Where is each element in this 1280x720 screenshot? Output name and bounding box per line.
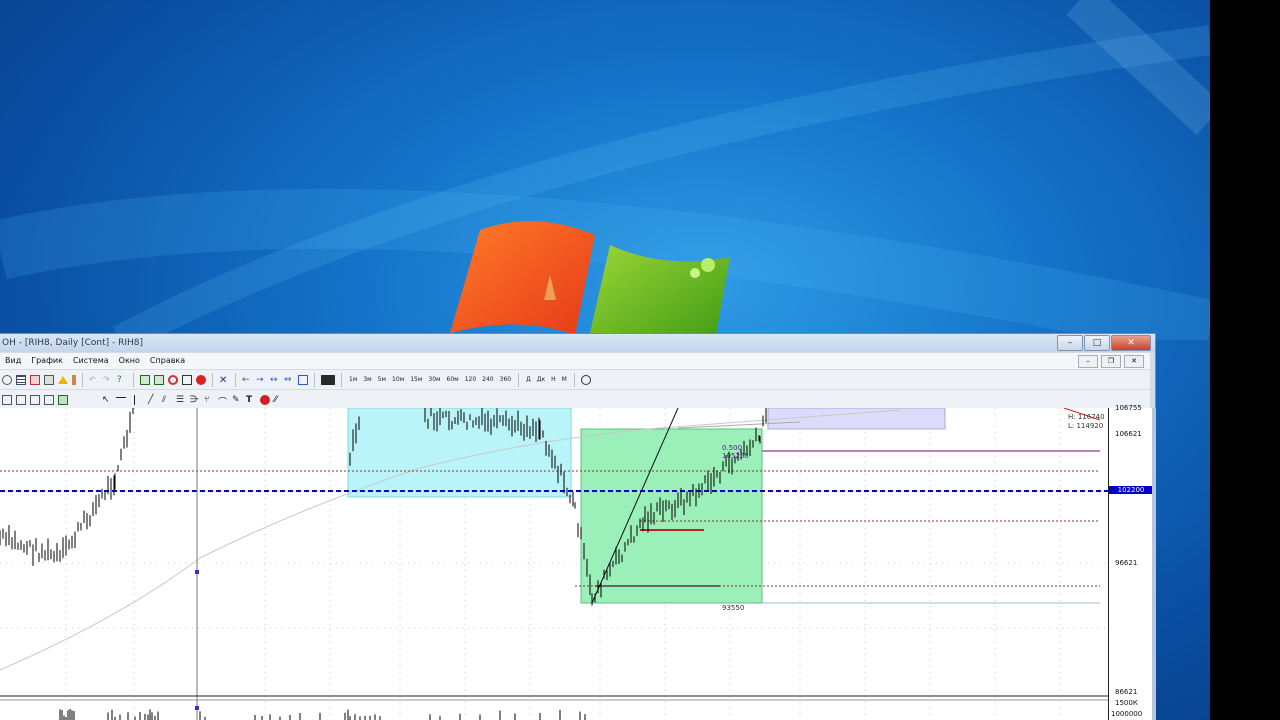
alert-icon[interactable] <box>58 375 68 384</box>
list-icon[interactable] <box>16 374 26 385</box>
marker-icon[interactable] <box>72 374 76 385</box>
hl-low: L: 114920 <box>1068 422 1104 430</box>
trend-line-icon[interactable]: ╱ <box>148 395 158 405</box>
menu-bar: Вид График Система Окно Справка – ❐ ✕ <box>0 353 1150 370</box>
cursor-handle-bottom[interactable] <box>195 706 199 710</box>
timeframe-5m[interactable]: 5м <box>378 376 386 383</box>
chart-type-icon[interactable] <box>2 394 12 405</box>
delete-icon[interactable]: ✕ <box>219 375 229 386</box>
candles-icon[interactable] <box>321 374 335 385</box>
timeframe-240[interactable]: 240 <box>482 376 493 383</box>
window-minimize-button[interactable]: – <box>1057 335 1083 351</box>
volume-bars <box>59 709 586 720</box>
stop-icon[interactable] <box>196 374 206 385</box>
text-tool-icon[interactable]: T <box>246 395 256 405</box>
volume-label-1500k: 1500К <box>1115 699 1138 707</box>
cursor-handle[interactable] <box>195 570 199 574</box>
main-toolbar: ↶ ↷ ? ✕ ← → ↔ ⇔ 1м 3м 5м 10м 15м 30м 60м… <box>0 370 1150 390</box>
arrow-right-icon[interactable]: → <box>256 375 266 385</box>
mdi-close-button[interactable]: ✕ <box>1124 355 1144 368</box>
period-month[interactable]: М <box>562 376 567 383</box>
cyan-zone[interactable] <box>347 408 572 498</box>
menu-system[interactable]: Система <box>68 353 114 369</box>
fibo-levels-icon[interactable]: ☰ <box>176 395 186 405</box>
price-chart[interactable]: 0.500 105268 93550 H: 116740 L: 114920 <box>0 408 1108 720</box>
screen-edge-black-bar <box>1210 0 1280 720</box>
mdi-restore-button[interactable]: ❐ <box>1101 355 1121 368</box>
window-close-button[interactable]: ✕ <box>1111 335 1151 351</box>
channel-icon[interactable]: ⫽ <box>162 395 172 405</box>
cursor-icon[interactable]: ↖ <box>102 395 112 405</box>
drawing-toolbar: ↖ ╱ ⫽ ☰ ⋺ ⑂ ⌒ ✎ T ⁄⁄ <box>0 390 1150 410</box>
lavender-zone[interactable] <box>767 408 946 430</box>
timeframe-360[interactable]: 360 <box>500 376 511 383</box>
volume-label-1000000: 1000000 <box>1111 710 1143 718</box>
chart-scrollbar[interactable] <box>1152 408 1156 720</box>
price-label-86621: 86621 <box>1115 688 1138 696</box>
menu-window[interactable]: Окно <box>114 353 145 369</box>
low-label: 93550 <box>722 604 745 612</box>
indicator-icon[interactable] <box>58 394 68 405</box>
fibo-fan-icon[interactable]: ⋺ <box>190 395 200 405</box>
bar-chart-icon[interactable] <box>16 394 26 405</box>
area-chart-icon[interactable] <box>44 394 54 405</box>
pitchfork-icon[interactable]: ⑂ <box>204 395 214 405</box>
chart-canvas[interactable] <box>0 408 1108 720</box>
settings-icon[interactable] <box>2 374 12 385</box>
redo-icon[interactable]: ↷ <box>103 375 113 385</box>
horizontal-line-icon[interactable] <box>116 397 126 407</box>
windows-logo-icon <box>450 221 730 343</box>
menu-chart[interactable]: График <box>26 353 68 369</box>
print-icon[interactable] <box>44 374 54 385</box>
scale-icon[interactable] <box>298 374 308 385</box>
price-label-96621: 96621 <box>1115 559 1138 567</box>
menu-view[interactable]: Вид <box>0 353 26 369</box>
undo-icon[interactable]: ↶ <box>89 375 99 385</box>
fib-value: 105268 <box>722 452 749 460</box>
timeframe-30m[interactable]: 30м <box>428 376 440 383</box>
zoom-out-icon[interactable] <box>154 374 164 385</box>
arrow-left-icon[interactable]: ← <box>242 375 252 385</box>
period-day-cont[interactable]: Дк <box>537 376 545 383</box>
mdi-minimize-button[interactable]: – <box>1078 355 1098 368</box>
shapes-icon[interactable] <box>260 394 270 405</box>
period-week[interactable]: Н <box>551 376 556 383</box>
window-title: ОН - [RIH8, Daily [Cont] - RIH8] <box>2 338 144 348</box>
line-chart-icon[interactable] <box>30 394 40 405</box>
crop-icon[interactable] <box>182 374 192 385</box>
hl-high: H: 116740 <box>1068 413 1105 421</box>
timeframe-3m[interactable]: 3м <box>363 376 371 383</box>
refresh-icon[interactable] <box>168 374 178 385</box>
shrink-icon[interactable]: ⇔ <box>284 375 294 385</box>
timeframe-10m[interactable]: 10м <box>392 376 404 383</box>
window-titlebar[interactable]: ОН - [RIH8, Daily [Cont] - RIH8] – □ ✕ <box>0 334 1155 352</box>
price-label-top: 106755 <box>1115 404 1142 412</box>
vertical-line-icon[interactable] <box>134 394 144 405</box>
gann-icon[interactable]: ⁄⁄ <box>274 395 284 405</box>
menu-help[interactable]: Справка <box>145 353 190 369</box>
current-price-label: 102200 <box>1109 486 1153 494</box>
period-day[interactable]: Д <box>526 376 531 383</box>
timeframe-1m[interactable]: 1м <box>349 376 357 383</box>
fib-label: 0.500 <box>722 444 743 452</box>
timeframe-60m[interactable]: 60м <box>447 376 459 383</box>
price-label-106621: 106621 <box>1115 430 1142 438</box>
timeframe-120[interactable]: 120 <box>465 376 476 383</box>
help-icon[interactable]: ? <box>117 375 127 385</box>
table-icon[interactable] <box>30 374 40 385</box>
pencil-icon[interactable]: ✎ <box>232 395 242 405</box>
zoom-in-icon[interactable] <box>140 374 150 385</box>
expand-icon[interactable]: ↔ <box>270 375 280 385</box>
link-icon[interactable] <box>580 374 591 385</box>
timeframe-15m[interactable]: 15м <box>410 376 422 383</box>
arc-icon[interactable]: ⌒ <box>218 395 228 408</box>
price-axis[interactable]: 106755 106621 102200 96621 86621 1500К 1… <box>1108 404 1153 720</box>
window-maximize-button[interactable]: □ <box>1084 335 1110 351</box>
